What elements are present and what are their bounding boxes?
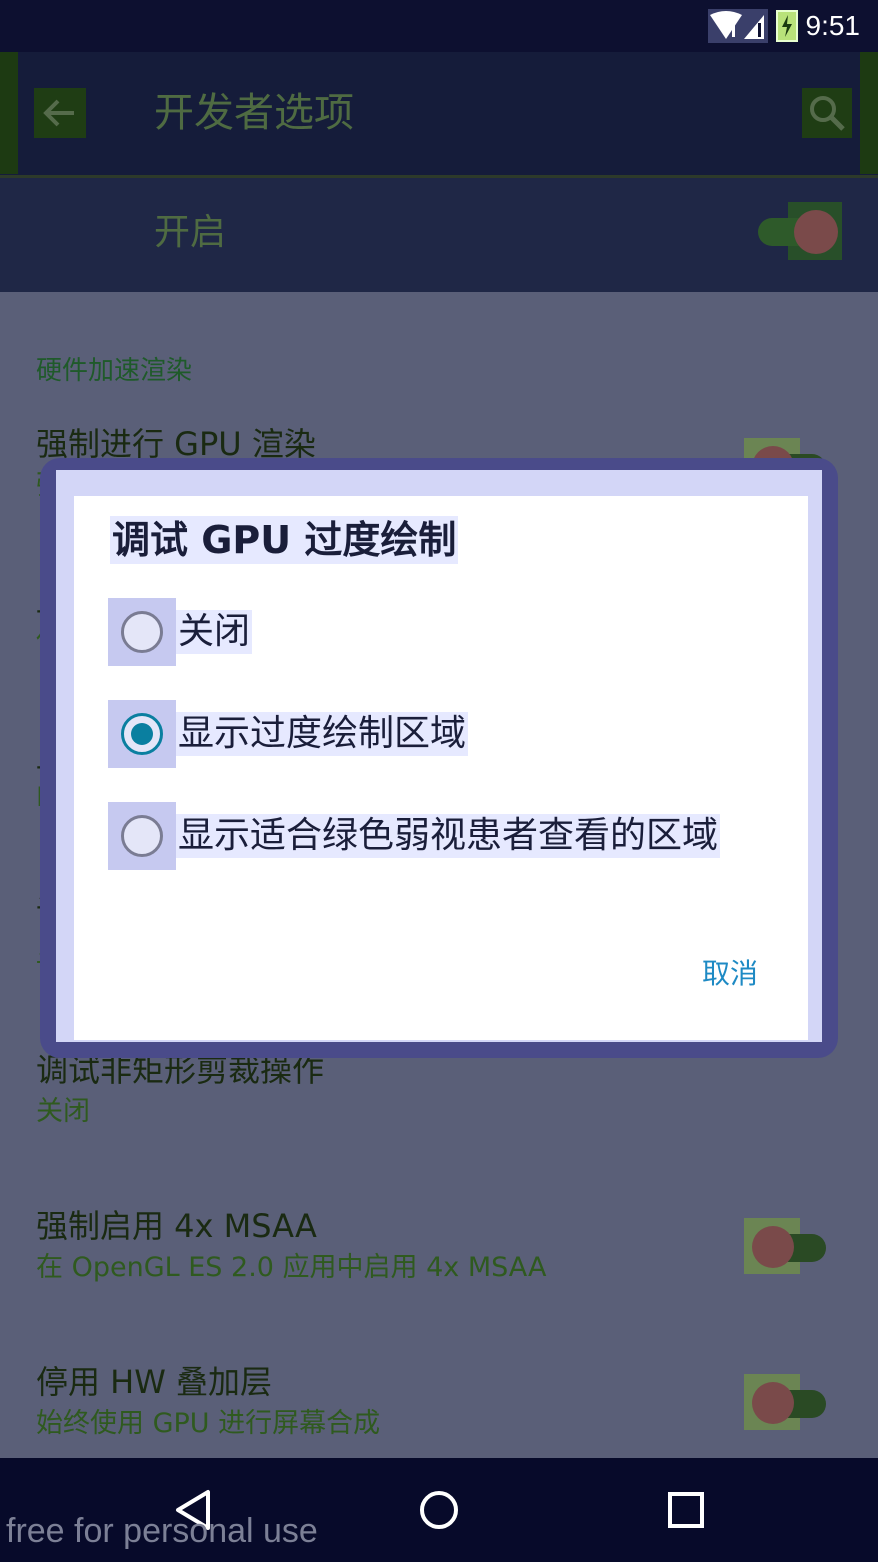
pref-title: 停用 HW 叠加层 [36,1363,273,1401]
radio-button-icon[interactable] [121,815,163,857]
app-bar-edge-left [0,52,18,174]
watermark-text: free for personal use [6,1512,318,1550]
pref-disable-hw-overlay-toggle[interactable] [744,1374,828,1430]
home-circle-icon [420,1491,458,1529]
pref-disable-hw-overlay[interactable]: 停用 HW 叠加层 始终使用 GPU 进行屏幕合成 [36,1362,736,1442]
radio-button-checked-icon[interactable] [121,713,163,755]
radio-highlight [108,700,176,768]
status-time: 9:51 [805,10,861,41]
battery-charging-icon [775,10,798,42]
pref-subtitle: 在 OpenGL ES 2.0 应用中启用 4x MSAA [36,1252,547,1283]
toggle-knob [794,210,838,254]
search-button[interactable] [802,88,852,138]
toggle-knob [752,1382,794,1424]
status-icons: 9:51 [707,8,861,44]
option-label: 显示过度绘制区域 [176,712,469,756]
option-off[interactable]: 关闭 [108,598,253,666]
master-switch-label: 开启 [154,212,227,253]
section-header: 硬件加速渲染 [36,356,193,386]
overdraw-dialog: 调试 GPU 过度绘制 关闭 显示过度绘制区域 显示适合绿色弱视患者查看的区域 … [74,496,808,1040]
option-label: 显示适合绿色弱视患者查看的区域 [176,814,721,858]
radio-highlight [108,802,176,870]
pref-force-msaa-toggle[interactable] [744,1218,828,1274]
app-bar-edge-right [860,52,878,174]
nav-home-button[interactable] [415,1486,463,1534]
cancel-button[interactable]: 取消 [702,954,758,994]
search-icon [810,96,845,131]
radio-button-icon[interactable] [121,611,163,653]
master-switch-row[interactable]: 开启 [0,178,878,292]
pref-force-msaa[interactable]: 强制启用 4x MSAA 在 OpenGL ES 2.0 应用中启用 4x MS… [36,1206,736,1286]
arrow-back-icon [43,99,74,127]
pref-title: 强制启用 4x MSAA [36,1207,317,1245]
wifi-icon [707,9,768,43]
toggle-knob [752,1226,794,1268]
dialog-title: 调试 GPU 过度绘制 [110,516,459,564]
master-switch-toggle[interactable] [758,202,842,260]
radio-highlight [108,598,176,666]
pref-debug-clip[interactable]: 调试非矩形剪裁操作 关闭 [36,1050,736,1130]
app-bar: 开发者选项 [0,52,878,178]
recents-square-icon [668,1492,704,1528]
option-label: 关闭 [176,610,253,654]
option-show-overdraw[interactable]: 显示过度绘制区域 [108,700,469,768]
page-title: 开发者选项 [154,90,354,136]
nav-recents-button[interactable] [662,1486,710,1534]
status-bar: 9:51 [0,0,878,52]
back-button[interactable] [34,88,86,138]
pref-subtitle: 始终使用 GPU 进行屏幕合成 [36,1408,381,1439]
option-deuteranomaly[interactable]: 显示适合绿色弱视患者查看的区域 [108,802,721,870]
pref-subtitle: 关闭 [36,1096,90,1127]
